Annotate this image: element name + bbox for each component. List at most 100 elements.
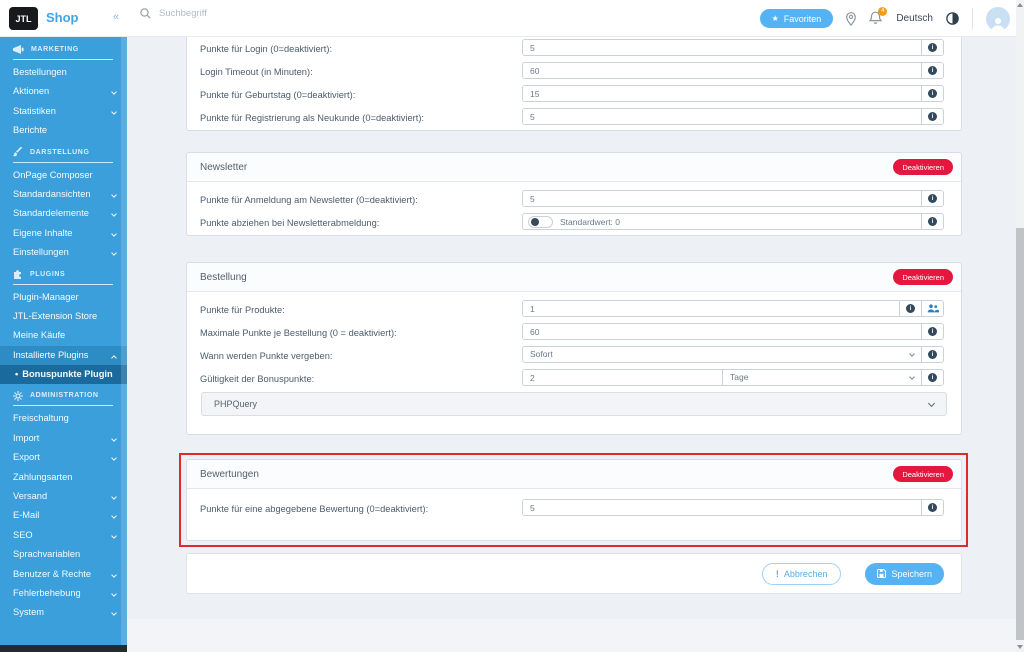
- scrollbar-up-arrow[interactable]: [1017, 3, 1023, 7]
- sidebar-item-statistiken[interactable]: Statistiken: [0, 102, 127, 121]
- language-selector[interactable]: Deutsch: [896, 13, 933, 24]
- info-button[interactable]: i: [921, 40, 943, 55]
- users-icon: [927, 304, 939, 313]
- sidebar-item-fehlerbehebung[interactable]: Fehlerbehebung: [0, 584, 127, 603]
- points-when-select[interactable]: Sofort: [523, 347, 921, 362]
- form-row-max-points: Maximale Punkte je Bestellung (0 = deakt…: [200, 323, 944, 340]
- sidebar-item-label: Installierte Plugins: [13, 349, 89, 360]
- chevron-down-icon: [909, 374, 915, 380]
- sidebar-item-export[interactable]: Export: [0, 448, 127, 467]
- sidebar-item-jtl-extension-store[interactable]: JTL-Extension Store: [0, 307, 127, 326]
- info-icon: i: [928, 66, 937, 75]
- sidebar-item-label: Eigene Inhalte: [13, 227, 73, 238]
- sidebar-item-berichte[interactable]: Berichte: [0, 121, 127, 140]
- validity-unit-select[interactable]: Tage: [722, 370, 921, 385]
- info-button[interactable]: i: [921, 86, 943, 101]
- info-button[interactable]: i: [921, 214, 943, 229]
- info-button[interactable]: i: [899, 301, 921, 316]
- order-deactivate-button[interactable]: Deaktivieren: [893, 269, 953, 285]
- sidebar-item-import[interactable]: Import: [0, 429, 127, 448]
- jtl-logo[interactable]: JTL: [9, 7, 38, 30]
- sidebar-item-system[interactable]: System: [0, 603, 127, 622]
- sidebar-item-bestellungen[interactable]: Bestellungen: [0, 63, 127, 82]
- info-button[interactable]: i: [921, 63, 943, 78]
- validity-value-input[interactable]: [523, 370, 723, 385]
- scrollbar-thumb[interactable]: [1016, 228, 1024, 640]
- registration-points-input[interactable]: [523, 109, 921, 124]
- info-button[interactable]: i: [921, 324, 943, 339]
- newsletter-points-input[interactable]: [523, 191, 921, 206]
- sidebar-section-label: MARKETING: [31, 46, 79, 53]
- review-points-input[interactable]: [523, 500, 921, 515]
- product-points-input[interactable]: [523, 301, 899, 316]
- sidebar-item-installierte-plugins[interactable]: Installierte Plugins: [0, 345, 127, 366]
- page-scrollbar[interactable]: [1016, 0, 1024, 652]
- info-button[interactable]: i: [921, 370, 943, 385]
- sidebar-item-benutzer-rechte[interactable]: Benutzer & Rechte: [0, 565, 127, 584]
- sidebar-item-sprachvariablen[interactable]: Sprachvariablen: [0, 545, 127, 564]
- reviews-deactivate-button[interactable]: Deaktivieren: [893, 466, 953, 482]
- users-button[interactable]: [921, 301, 943, 316]
- form-row-login-timeout: Login Timeout (in Minuten): i: [200, 62, 944, 79]
- sidebar-item-eigene-inhalte[interactable]: Eigene Inhalte: [0, 224, 127, 243]
- sidebar-item-seo[interactable]: SEO: [0, 526, 127, 545]
- sidebar-item-standardelemente[interactable]: Standardelemente: [0, 204, 127, 223]
- sidebar-item-label: Zahlungsarten: [13, 471, 73, 482]
- info-button[interactable]: i: [921, 347, 943, 362]
- user-avatar-icon[interactable]: [986, 6, 1010, 31]
- birthday-points-input[interactable]: [523, 86, 921, 101]
- sidebar-item-bonuspunkte-plugin[interactable]: • Bonuspunkte Plugin: [0, 365, 127, 385]
- save-button[interactable]: Speichern: [865, 562, 944, 585]
- sidebar-item-meine-kaeufe[interactable]: Meine Käufe: [0, 326, 127, 345]
- form-actions-bar: ! Abbrechen Speichern: [186, 553, 962, 594]
- location-pin-icon[interactable]: [846, 11, 857, 26]
- phpquery-accordion[interactable]: PHPQuery: [201, 392, 947, 416]
- info-button[interactable]: i: [921, 109, 943, 124]
- sidebar-item-label: Plugin-Manager: [13, 291, 79, 302]
- scrollbar-down-arrow[interactable]: [1017, 645, 1023, 649]
- megaphone-icon: [13, 45, 24, 54]
- sidebar-item-label: Berichte: [13, 125, 48, 136]
- notifications-button[interactable]: 4: [868, 6, 888, 27]
- sidebar-item-freischaltung[interactable]: Freischaltung: [0, 409, 127, 428]
- login-timeout-input[interactable]: [523, 63, 921, 78]
- field-label: Punkte für Login (0=deaktiviert):: [200, 44, 333, 54]
- search-input[interactable]: [159, 8, 359, 19]
- save-label: Speichern: [891, 568, 932, 579]
- chevron-down-icon: [111, 250, 117, 256]
- sidebar-item-zahlungsarten[interactable]: Zahlungsarten: [0, 468, 127, 487]
- sidebar-collapse-icon[interactable]: «: [113, 11, 119, 23]
- field-label: Punkte für Produkte:: [200, 305, 285, 315]
- field-label: Gültigkeit der Bonuspunkte:: [200, 374, 315, 384]
- newsletter-deactivate-button[interactable]: Deaktivieren: [893, 159, 953, 175]
- sidebar-item-standardansichten[interactable]: Standardansichten: [0, 185, 127, 204]
- sidebar-item-email[interactable]: E-Mail: [0, 506, 127, 525]
- card-title: Bewertungen: [200, 468, 259, 480]
- cancel-button[interactable]: ! Abbrechen: [761, 562, 842, 585]
- info-icon: i: [928, 194, 937, 203]
- favorites-button[interactable]: ★ Favoriten: [759, 9, 834, 28]
- max-points-input[interactable]: [523, 324, 921, 339]
- sidebar-item-versand[interactable]: Versand: [0, 487, 127, 506]
- section-divider: [13, 405, 113, 407]
- newsletter-unsubscribe-toggle[interactable]: [528, 215, 553, 228]
- sidebar-item-onpage-composer[interactable]: OnPage Composer: [0, 166, 127, 185]
- sidebar-item-aktionen[interactable]: Aktionen: [0, 82, 127, 101]
- save-icon: [877, 569, 887, 578]
- login-points-input[interactable]: [523, 40, 921, 55]
- card-order: Bestellung Deaktivieren Punkte für Produ…: [186, 262, 962, 435]
- search-icon: [140, 8, 151, 19]
- contrast-icon[interactable]: [946, 12, 959, 25]
- info-button[interactable]: i: [921, 191, 943, 206]
- sidebar-item-label: System: [13, 607, 44, 618]
- sidebar-item-plugin-manager[interactable]: Plugin-Manager: [0, 288, 127, 307]
- section-divider: [13, 161, 113, 163]
- sidebar-item-label: Import: [13, 432, 40, 443]
- info-button[interactable]: i: [921, 500, 943, 515]
- sidebar-section-label: ADMINISTRATION: [30, 392, 99, 400]
- card-header: Bestellung Deaktivieren: [187, 263, 961, 292]
- sidebar-item-einstellungen[interactable]: Einstellungen: [0, 243, 127, 262]
- field-label: Punkte für eine abgegebene Bewertung (0=…: [200, 504, 429, 514]
- select-value: Sofort: [530, 349, 553, 359]
- sidebar-item-label: Freischaltung: [13, 413, 69, 424]
